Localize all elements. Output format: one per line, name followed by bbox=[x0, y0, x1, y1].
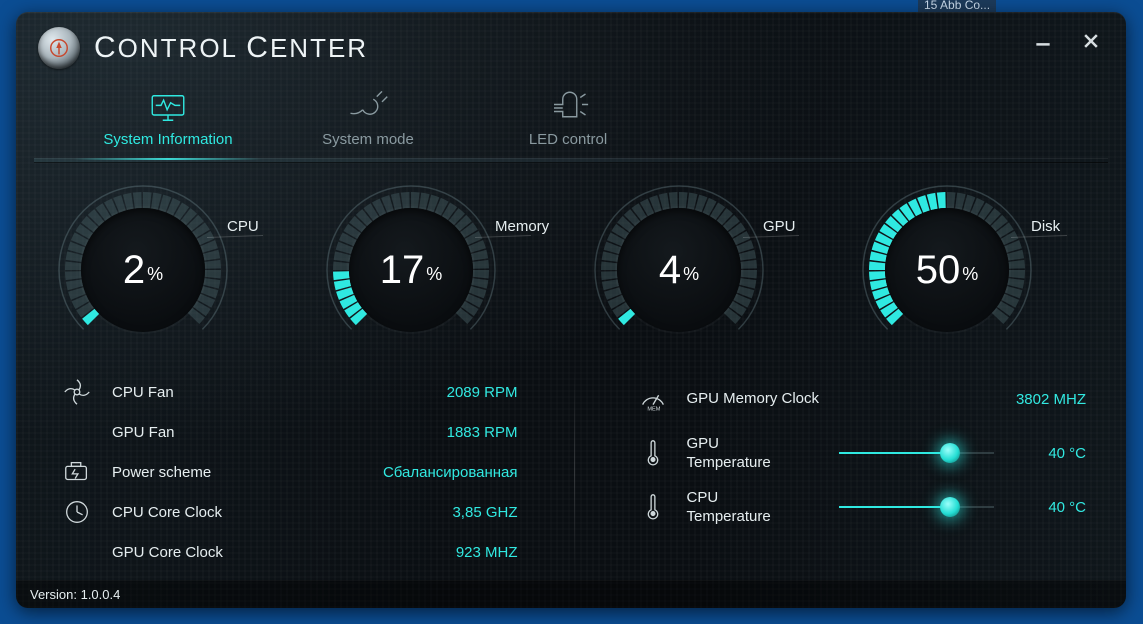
label: CPU Fan bbox=[112, 384, 378, 401]
value: 923 MHZ bbox=[378, 544, 518, 561]
tab-led-control[interactable]: LED control bbox=[468, 80, 668, 158]
tab-label: System Information bbox=[103, 131, 232, 148]
row-gpu-core-clock: GPU Core Clock 923 MHZ bbox=[62, 532, 518, 572]
close-button[interactable] bbox=[1078, 28, 1104, 54]
gauge-mem-icon: MEM bbox=[638, 384, 668, 414]
tab-underline bbox=[34, 158, 1108, 163]
fan-icon bbox=[62, 377, 92, 407]
label: CPU Temperature bbox=[687, 488, 827, 527]
info-left-column: CPU Fan 2089 RPM GPU Fan 1883 RPM Power … bbox=[62, 372, 518, 572]
label: GPU Fan bbox=[112, 424, 378, 441]
gauge-center: 17% bbox=[349, 208, 473, 332]
value: 2089 RPM bbox=[378, 384, 518, 401]
label: GPU Core Clock bbox=[112, 544, 378, 561]
column-divider bbox=[574, 372, 575, 572]
label: GPU Memory Clock bbox=[687, 389, 827, 409]
row-cpu-fan: CPU Fan 2089 RPM bbox=[62, 372, 518, 412]
gauge-label: GPU bbox=[763, 218, 796, 235]
gauge-label: CPU bbox=[227, 218, 259, 235]
thermometer-icon bbox=[638, 438, 668, 468]
gauge-disk: 50% Disk bbox=[853, 184, 1093, 354]
gauge-value: 2 bbox=[123, 248, 145, 293]
value: Сбалансированная bbox=[378, 464, 518, 481]
row-gpu-fan: GPU Fan 1883 RPM bbox=[62, 412, 518, 452]
gauge-cpu: 2% CPU bbox=[49, 184, 289, 354]
minimize-button[interactable] bbox=[1030, 28, 1056, 54]
gauge-value: 50 bbox=[916, 248, 961, 293]
gauge-pct: % bbox=[426, 264, 442, 285]
tab-label: LED control bbox=[529, 131, 607, 148]
led-icon bbox=[547, 91, 589, 125]
plug-icon bbox=[347, 91, 389, 125]
tab-system-information[interactable]: System Information bbox=[68, 80, 268, 158]
app-window: Control Center System Information System… bbox=[16, 12, 1126, 608]
thermometer-icon bbox=[638, 492, 668, 522]
gauge-label: Disk bbox=[1031, 218, 1060, 235]
value: 40 °C bbox=[1006, 499, 1086, 516]
battery-icon bbox=[62, 457, 92, 487]
app-logo-icon bbox=[38, 27, 80, 69]
gauge-pct: % bbox=[147, 264, 163, 285]
gauge-center: 2% bbox=[81, 208, 205, 332]
gauge-center: 50% bbox=[885, 208, 1009, 332]
value: 3802 MHZ bbox=[1016, 391, 1086, 408]
label: Power scheme bbox=[112, 464, 378, 481]
tab-system-mode[interactable]: System mode bbox=[268, 80, 468, 158]
row-cpu-temperature: CPU Temperature 40 °C bbox=[631, 480, 1087, 534]
gauge-pct: % bbox=[683, 264, 699, 285]
titlebar: Control Center bbox=[16, 12, 1126, 76]
row-gpu-temperature: GPU Temperature 40 °C bbox=[631, 426, 1087, 480]
row-gpu-memory-clock: MEM GPU Memory Clock 3802 MHZ bbox=[631, 372, 1087, 426]
tabs: System Information System mode LED contr… bbox=[16, 80, 1126, 158]
gauges-row: 2% CPU 17% Memory 4% GPU 50% Disk bbox=[16, 158, 1126, 362]
value: 3,85 GHZ bbox=[378, 504, 518, 521]
svg-text:MEM: MEM bbox=[647, 406, 660, 412]
value: 40 °C bbox=[1006, 445, 1086, 462]
gauge-value: 4 bbox=[659, 248, 681, 293]
gauge-gpu: 4% GPU bbox=[585, 184, 825, 354]
tab-label: System mode bbox=[322, 131, 414, 148]
gauge-label: Memory bbox=[495, 218, 549, 235]
label: GPU Temperature bbox=[687, 434, 827, 473]
row-cpu-core-clock: CPU Core Clock 3,85 GHZ bbox=[62, 492, 518, 532]
gauge-value: 17 bbox=[380, 248, 425, 293]
gauge-memory: 17% Memory bbox=[317, 184, 557, 354]
info-right-column: MEM GPU Memory Clock 3802 MHZ GPU Temper… bbox=[631, 372, 1087, 572]
value: 1883 RPM bbox=[378, 424, 518, 441]
cpu-temp-slider[interactable] bbox=[839, 487, 995, 527]
row-power-scheme: Power scheme Сбалансированная bbox=[62, 452, 518, 492]
gauge-pct: % bbox=[962, 264, 978, 285]
version-label: Version: 1.0.0.4 bbox=[30, 587, 120, 602]
label: CPU Core Clock bbox=[112, 504, 378, 521]
gpu-temp-slider[interactable] bbox=[839, 433, 995, 473]
info-section: CPU Fan 2089 RPM GPU Fan 1883 RPM Power … bbox=[16, 362, 1126, 582]
app-title: Control Center bbox=[94, 31, 368, 65]
clock-icon bbox=[62, 497, 92, 527]
monitor-icon bbox=[147, 91, 189, 125]
footer: Version: 1.0.0.4 bbox=[16, 580, 1126, 608]
gauge-center: 4% bbox=[617, 208, 741, 332]
